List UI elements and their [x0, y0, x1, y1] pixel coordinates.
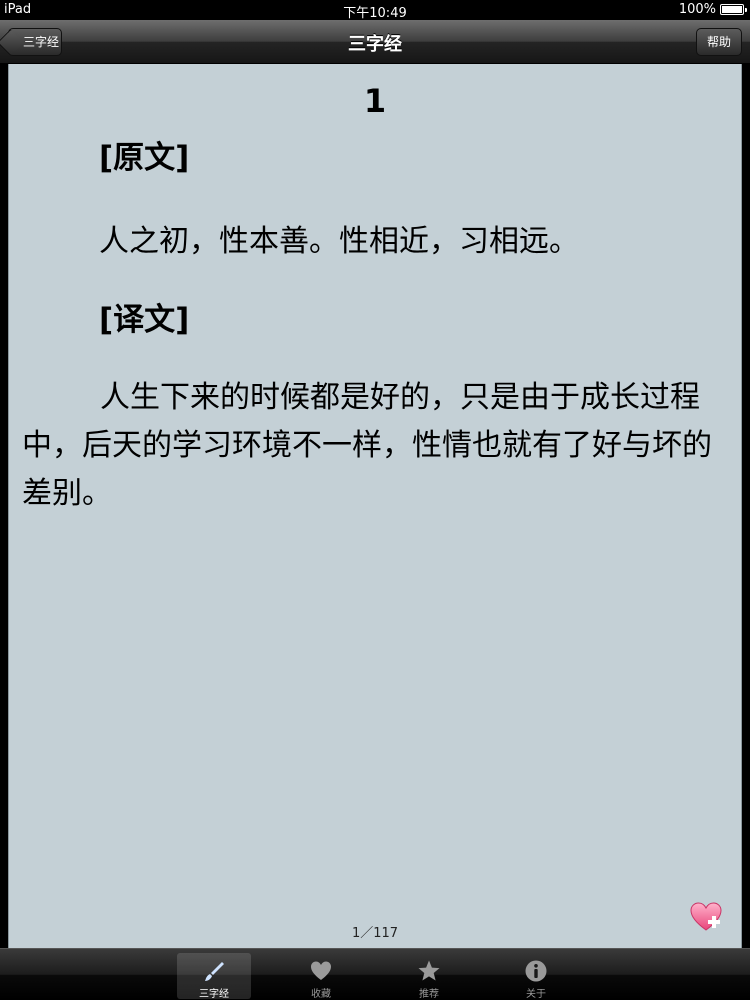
brush-icon	[205, 962, 224, 981]
page-counter: 1／117	[351, 926, 399, 941]
battery-icon	[720, 4, 747, 15]
original-text-heading: [原文]	[99, 140, 190, 176]
tab-label: 关于	[526, 989, 546, 1000]
translation-heading: [译文]	[99, 302, 190, 338]
original-text: 人之初，性本善。性相近，习相远。	[99, 224, 579, 259]
tab-about[interactable]: 关于	[499, 953, 573, 1000]
battery-percent: 100%	[678, 2, 716, 17]
page-title: 三字经	[348, 34, 402, 55]
star-icon	[418, 960, 440, 981]
status-bar: iPad 下午10:49 100%	[0, 0, 750, 21]
reading-content[interactable]: 1 [原文] 人之初，性本善。性相近，习相远。 [译文] 人生下来的时候都是好的…	[8, 64, 742, 948]
tab-label: 收藏	[311, 989, 331, 1000]
tab-favorites[interactable]: 收藏	[284, 953, 358, 1000]
help-button[interactable]: 帮助	[696, 28, 742, 56]
app-screen: iPad 下午10:49 100% 三字经 三字经 帮助 1 [原文] 人之初，…	[0, 0, 750, 1000]
tab-label: 三字经	[199, 989, 229, 1000]
battery-indicator: 100%	[678, 2, 747, 17]
tab-sanzijing[interactable]: 三字经	[177, 953, 251, 1000]
chapter-number: 1	[363, 82, 387, 120]
add-favorite-icon[interactable]	[689, 900, 723, 934]
navigation-bar: 三字经 三字经 帮助	[0, 20, 750, 64]
info-icon	[525, 960, 547, 982]
tab-bar: 三字经 收藏 推荐 关于	[0, 948, 750, 1000]
tab-recommend[interactable]: 推荐	[392, 953, 466, 1000]
translation-text: 人生下来的时候都是好的，只是由于成长过程中，后天的学习环境不一样，性情也就有了好…	[22, 380, 712, 511]
heart-icon	[311, 961, 331, 980]
status-time: 下午10:49	[343, 6, 407, 21]
tab-label: 推荐	[419, 989, 439, 1000]
